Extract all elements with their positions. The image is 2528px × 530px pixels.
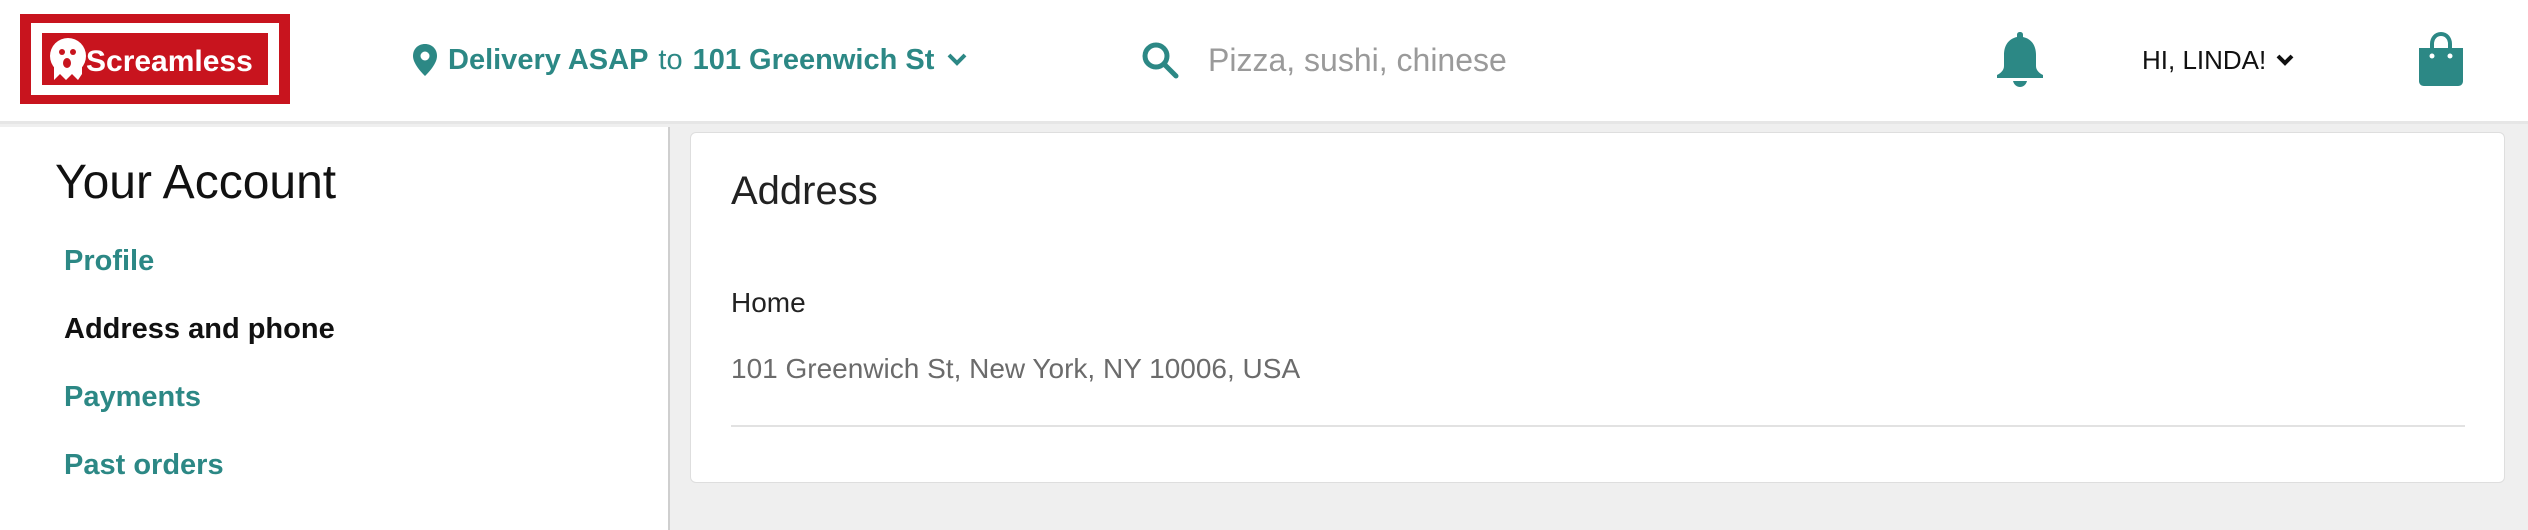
bell-icon[interactable]	[1992, 28, 2048, 88]
shopping-bag-icon[interactable]	[2415, 32, 2467, 88]
map-pin-icon	[413, 44, 437, 76]
chevron-down-icon	[2276, 54, 2294, 66]
logo-text: Screamless	[86, 45, 253, 78]
sidebar-item-past-orders[interactable]: Past orders	[64, 449, 335, 517]
delivery-address-text: 101 Greenwich St	[692, 43, 935, 76]
section-title: Address	[731, 169, 878, 213]
account-nav: Profile Address and phone Payments Past …	[64, 245, 335, 517]
user-account-menu[interactable]: HI, LINDA!	[2142, 40, 2294, 80]
address-card: Address Home 101 Greenwich St, New York,…	[690, 132, 2505, 483]
user-greeting: HI, LINDA!	[2142, 44, 2267, 75]
top-header: Screamless Delivery ASAP to 101 Greenwic…	[0, 0, 2528, 124]
sidebar-item-payments[interactable]: Payments	[64, 381, 335, 449]
search-bar	[1140, 30, 1900, 90]
delivery-address-selector[interactable]: Delivery ASAP to 101 Greenwich St	[412, 36, 968, 84]
screamless-logo[interactable]: Screamless	[20, 14, 290, 104]
sidebar-item-profile[interactable]: Profile	[64, 245, 335, 313]
divider	[731, 425, 2465, 427]
account-sidebar: Your Account Profile Address and phone P…	[0, 127, 670, 530]
address-value: 101 Greenwich St, New York, NY 10006, US…	[731, 353, 1301, 384]
chevron-down-icon	[947, 53, 967, 66]
sidebar-item-address-and-phone[interactable]: Address and phone	[64, 313, 335, 381]
delivery-connector-text: to	[658, 43, 683, 76]
search-input[interactable]	[1208, 35, 1888, 85]
account-title: Your Account	[55, 156, 337, 209]
search-icon[interactable]	[1140, 40, 1180, 80]
delivery-time-text: Delivery ASAP	[448, 43, 649, 76]
address-label: Home	[731, 287, 806, 318]
